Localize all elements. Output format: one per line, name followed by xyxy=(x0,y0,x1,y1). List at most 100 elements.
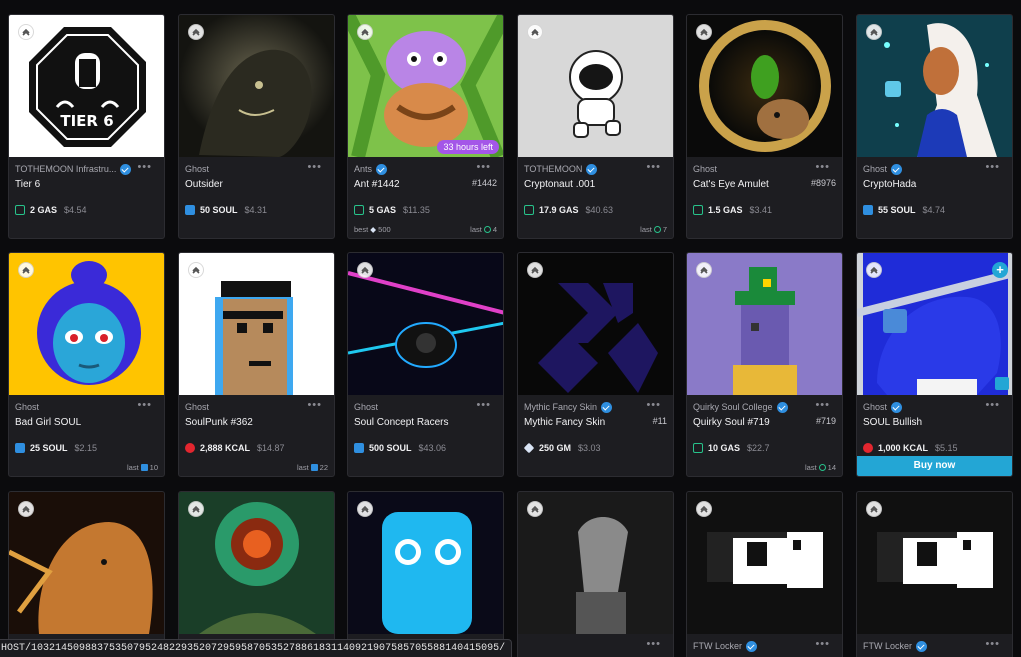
nft-thumbnail[interactable] xyxy=(179,253,334,395)
nft-name[interactable]: Tier 6 xyxy=(15,179,158,191)
nft-card[interactable]: TIER 6 TOTHEMOON Infrastru... ••• Tier 6 2… xyxy=(8,14,165,239)
more-options-icon[interactable]: ••• xyxy=(815,161,830,173)
upvote-icon[interactable] xyxy=(357,24,373,40)
nft-name[interactable]: Outsider xyxy=(185,179,328,191)
nft-name[interactable]: Cryptonaut .001 xyxy=(524,179,667,191)
nft-thumbnail[interactable] xyxy=(687,253,842,395)
nft-card[interactable]: Ghost ••• Soul Concept Racers 500 SOUL $43… xyxy=(347,252,504,477)
more-options-icon[interactable]: ••• xyxy=(137,399,152,411)
collection-label[interactable]: Ghost xyxy=(15,402,39,412)
buy-now-button[interactable]: Buy now xyxy=(857,456,1012,476)
nft-thumbnail[interactable] xyxy=(687,492,842,634)
upvote-icon[interactable] xyxy=(188,262,204,278)
more-options-icon[interactable]: ••• xyxy=(476,399,491,411)
nft-thumbnail[interactable] xyxy=(9,492,164,634)
collection-label[interactable]: Ghost xyxy=(354,402,378,412)
nft-thumbnail[interactable] xyxy=(518,492,673,634)
nft-name[interactable]: SoulPunk #362 xyxy=(185,417,328,429)
upvote-icon[interactable] xyxy=(188,24,204,40)
upvote-icon[interactable] xyxy=(696,24,712,40)
nft-card[interactable]: ••• xyxy=(347,491,504,657)
nft-number: #719 xyxy=(815,416,836,426)
nft-thumbnail[interactable]: 33 hours left xyxy=(348,15,503,157)
more-options-icon[interactable]: ••• xyxy=(307,161,322,173)
nft-thumbnail[interactable] xyxy=(518,253,673,395)
collection-label[interactable]: Ghost xyxy=(185,402,209,412)
more-options-icon[interactable]: ••• xyxy=(646,399,661,411)
collection-label[interactable]: Ants xyxy=(354,164,372,174)
nft-thumbnail[interactable] xyxy=(179,492,334,634)
collection-label[interactable]: Quirky Soul College xyxy=(693,402,773,412)
nft-card[interactable]: ••• xyxy=(178,491,335,657)
upvote-icon[interactable] xyxy=(866,24,882,40)
upvote-icon[interactable] xyxy=(357,501,373,517)
upvote-icon[interactable] xyxy=(18,262,34,278)
collection-label[interactable]: Ghost xyxy=(693,164,717,174)
nft-card[interactable]: FTW Locker ••• xyxy=(856,491,1013,657)
nft-thumbnail[interactable] xyxy=(179,15,334,157)
list-icon[interactable] xyxy=(995,377,1009,390)
upvote-icon[interactable] xyxy=(18,501,34,517)
nft-thumbnail[interactable] xyxy=(348,253,503,395)
nft-card[interactable]: 33 hours left Ants ••• Ant #1442 #1442 5 GAS… xyxy=(347,14,504,239)
nft-thumbnail[interactable] xyxy=(9,253,164,395)
upvote-icon[interactable] xyxy=(527,24,543,40)
nft-card[interactable]: Mythic Fancy Skin ••• Mythic Fancy Skin #11… xyxy=(517,252,674,477)
more-options-icon[interactable]: ••• xyxy=(307,399,322,411)
nft-card[interactable]: Ghost ••• Cat's Eye Amulet #8976 1.5 GAS $3… xyxy=(686,14,843,239)
nft-name[interactable]: Mythic Fancy Skin xyxy=(524,417,667,429)
more-options-icon[interactable]: ••• xyxy=(815,399,830,411)
nft-thumbnail[interactable] xyxy=(687,15,842,157)
upvote-icon[interactable] xyxy=(696,262,712,278)
nft-name[interactable]: Bad Girl SOUL xyxy=(15,417,158,429)
nft-card[interactable]: Quirky Soul College ••• Quirky Soul #719 #7… xyxy=(686,252,843,477)
nft-card[interactable]: TOTHEMOON ••• Cryptonaut .001 17.9 GAS $40… xyxy=(517,14,674,239)
collection-label[interactable]: TOTHEMOON xyxy=(524,164,582,174)
collection-label[interactable]: Ghost xyxy=(185,164,209,174)
more-options-icon[interactable]: ••• xyxy=(646,161,661,173)
nft-card[interactable]: FTW Locker ••• xyxy=(686,491,843,657)
add-icon[interactable]: + xyxy=(992,262,1008,278)
nft-thumbnail[interactable]: TIER 6 xyxy=(9,15,164,157)
more-options-icon[interactable]: ••• xyxy=(815,638,830,650)
collection-label[interactable]: TOTHEMOON Infrastru... xyxy=(15,164,116,174)
nft-card[interactable]: Ghost ••• Bad Girl SOUL 25 SOUL $2.15 last… xyxy=(8,252,165,477)
collection-label[interactable]: FTW Locker xyxy=(863,641,912,651)
more-options-icon[interactable]: ••• xyxy=(476,161,491,173)
nft-thumbnail[interactable]: + xyxy=(857,253,1012,395)
collection-label[interactable]: Ghost xyxy=(863,164,887,174)
gas-token-icon xyxy=(524,205,534,215)
collection-label[interactable]: Ghost xyxy=(863,402,887,412)
nft-card[interactable]: ••• xyxy=(8,491,165,657)
nft-name[interactable]: CryptoHada xyxy=(863,179,1006,191)
verified-icon xyxy=(376,163,388,175)
collection-label[interactable]: Mythic Fancy Skin xyxy=(524,402,597,412)
nft-thumbnail[interactable] xyxy=(857,492,1012,634)
nft-name[interactable]: SOUL Bullish xyxy=(863,417,1006,429)
more-options-icon[interactable]: ••• xyxy=(985,161,1000,173)
nft-card[interactable]: Ghost ••• Outsider 50 SOUL $4.31 xyxy=(178,14,335,239)
upvote-icon[interactable] xyxy=(18,24,34,40)
upvote-icon[interactable] xyxy=(357,262,373,278)
collection-label[interactable]: FTW Locker xyxy=(693,641,742,651)
price-usd: $3.03 xyxy=(578,443,601,453)
nft-name[interactable]: Quirky Soul #719 xyxy=(693,417,836,429)
nft-card[interactable]: + Ghost ••• SOUL Bullish 1,000 KCAL $5.15 Bu… xyxy=(856,252,1013,477)
upvote-icon[interactable] xyxy=(527,262,543,278)
nft-card[interactable]: ••• xyxy=(517,491,674,657)
nft-card[interactable]: Ghost ••• CryptoHada 55 SOUL $4.74 xyxy=(856,14,1013,239)
upvote-icon[interactable] xyxy=(866,262,882,278)
nft-thumbnail[interactable] xyxy=(348,492,503,634)
more-options-icon[interactable]: ••• xyxy=(646,638,661,650)
more-options-icon[interactable]: ••• xyxy=(985,399,1000,411)
upvote-icon[interactable] xyxy=(188,501,204,517)
nft-name[interactable]: Soul Concept Racers xyxy=(354,417,497,429)
upvote-icon[interactable] xyxy=(866,501,882,517)
nft-card[interactable]: Ghost ••• SoulPunk #362 2,888 KCAL $14.87 … xyxy=(178,252,335,477)
more-options-icon[interactable]: ••• xyxy=(137,161,152,173)
more-options-icon[interactable]: ••• xyxy=(985,638,1000,650)
nft-thumbnail[interactable] xyxy=(518,15,673,157)
upvote-icon[interactable] xyxy=(696,501,712,517)
nft-thumbnail[interactable] xyxy=(857,15,1012,157)
upvote-icon[interactable] xyxy=(527,501,543,517)
